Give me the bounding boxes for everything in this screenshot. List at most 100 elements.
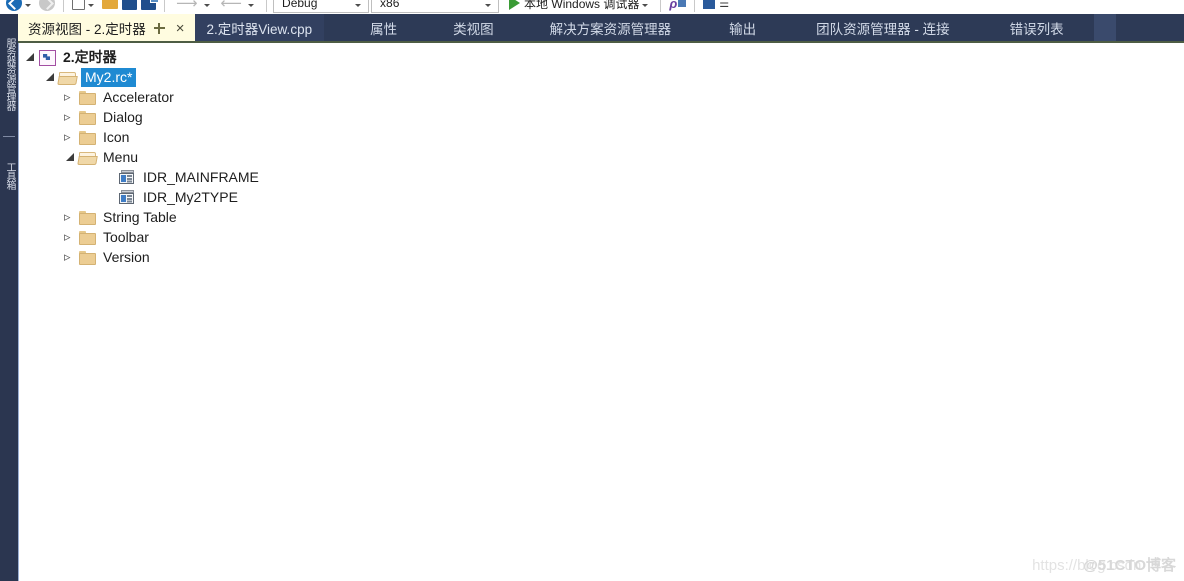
- find-badge-icon: [678, 0, 687, 7]
- start-debug-button[interactable]: 本地 Windows 调试器: [501, 0, 654, 14]
- open-file-button[interactable]: [100, 0, 120, 14]
- folder-open-icon: [77, 147, 97, 167]
- expander-expand-icon[interactable]: [63, 87, 77, 107]
- navigate-forward-icon: [39, 0, 55, 11]
- tree-label-accelerator: Accelerator: [103, 89, 174, 105]
- tab-resource-view-label: 资源视图 - 2.定时器: [28, 22, 146, 37]
- tab-error-list[interactable]: 错误列表: [980, 14, 1094, 42]
- panel-tab-bar: 资源视图 - 2.定时器 × 2.定时器View.cpp 属性 类视图 解决方案…: [18, 14, 1184, 42]
- redo-button[interactable]: ⟵: [216, 0, 261, 14]
- save-icon: [122, 0, 137, 10]
- watermark-brand: @51CTO博客: [1083, 557, 1176, 574]
- tool-icon: [703, 0, 716, 9]
- navigate-forward-button[interactable]: [37, 0, 57, 14]
- tab-class-view[interactable]: 类视图: [425, 14, 522, 42]
- vertical-strip-divider: [3, 136, 15, 137]
- vertical-tab-toolbox[interactable]: 工具箱: [1, 144, 17, 206]
- resource-script-icon: [37, 47, 57, 67]
- new-item-icon: [72, 0, 85, 10]
- tab-bar-scroll-region[interactable]: [1093, 14, 1116, 42]
- expander-expand-icon[interactable]: [63, 227, 77, 247]
- toolbar-divider: [694, 0, 696, 12]
- folder-icon: [77, 247, 97, 267]
- expander-placeholder: [103, 167, 117, 187]
- tree-row-idr-my2type[interactable]: IDR_My2TYPE: [19, 187, 1184, 207]
- vertical-tab-server-explorer[interactable]: 服务器资源管理器: [1, 18, 17, 130]
- save-all-icon: [141, 0, 159, 10]
- tab-properties[interactable]: 属性: [324, 14, 425, 42]
- solution-configuration-combo[interactable]: Debug: [273, 0, 370, 13]
- solution-platform-value: x86: [380, 0, 400, 10]
- tree-label-icon: Icon: [103, 129, 130, 145]
- expander-placeholder: [103, 187, 117, 207]
- expander-expand-icon[interactable]: [63, 247, 77, 267]
- expander-expand-icon[interactable]: [63, 107, 77, 127]
- tree-label-menu: Menu: [103, 149, 139, 165]
- save-all-button[interactable]: [139, 0, 159, 14]
- tab-team-explorer[interactable]: 团队资源管理器 - 连接: [786, 14, 980, 42]
- tab-resource-view[interactable]: 资源视图 - 2.定时器 ×: [18, 14, 195, 42]
- overflow-icon: ☰: [719, 0, 730, 10]
- undo-button[interactable]: ⟶: [171, 0, 216, 14]
- tree-label-idr-my2type: IDR_My2TYPE: [143, 189, 238, 205]
- folder-icon: [77, 227, 97, 247]
- tree-row-project[interactable]: 2.定时器: [19, 47, 1184, 67]
- navigate-back-button[interactable]: [4, 0, 37, 14]
- redo-icon: ⟵: [220, 0, 243, 12]
- resource-view-panel: 2.定时器 My2.rc* Accelerator Dialog Ico: [18, 43, 1184, 581]
- tab-output[interactable]: 输出: [699, 14, 786, 42]
- chevron-down-icon: [642, 3, 649, 7]
- resource-tree: 2.定时器 My2.rc* Accelerator Dialog Ico: [19, 43, 1184, 267]
- tab-bar-empty-region: [1115, 14, 1184, 42]
- search-icon: ρ: [669, 0, 678, 11]
- expander-collapse-icon[interactable]: [23, 47, 37, 67]
- new-item-button[interactable]: [70, 0, 100, 14]
- expander-collapse-icon[interactable]: [63, 147, 77, 167]
- pin-icon[interactable]: [153, 22, 166, 35]
- menu-resource-icon: [117, 187, 137, 207]
- expander-collapse-icon[interactable]: [43, 67, 57, 87]
- folder-icon: [77, 207, 97, 227]
- tree-row-rc-file[interactable]: My2.rc*: [19, 67, 1184, 87]
- toolbar-divider: [63, 0, 64, 12]
- toolbar-overflow-button[interactable]: ☰: [717, 0, 731, 14]
- close-icon[interactable]: ×: [173, 21, 188, 36]
- tree-label-dialog: Dialog: [103, 109, 143, 125]
- chevron-down-icon: [485, 3, 492, 7]
- expander-expand-icon[interactable]: [63, 207, 77, 227]
- tool-window-button[interactable]: [701, 0, 717, 14]
- tree-row-accelerator[interactable]: Accelerator: [19, 87, 1184, 107]
- tree-row-dialog[interactable]: Dialog: [19, 107, 1184, 127]
- folder-icon: [77, 107, 97, 127]
- tree-row-menu[interactable]: Menu: [19, 147, 1184, 167]
- save-button[interactable]: [120, 0, 139, 14]
- find-button[interactable]: ρ: [667, 0, 688, 14]
- tree-label-string-table: String Table: [103, 209, 177, 225]
- folder-icon: [77, 127, 97, 147]
- expander-expand-icon[interactable]: [63, 127, 77, 147]
- folder-icon: [77, 87, 97, 107]
- tree-row-string-table[interactable]: String Table: [19, 207, 1184, 227]
- solution-platform-combo[interactable]: x86: [371, 0, 500, 13]
- chevron-down-icon: [25, 3, 31, 7]
- start-debug-label: 本地 Windows 调试器: [524, 0, 640, 11]
- watermark: https://blog.csdn@51CTO博客: [1032, 554, 1176, 575]
- chevron-down-icon: [88, 3, 94, 7]
- toolbar-divider: [266, 0, 268, 12]
- tree-row-version[interactable]: Version: [19, 247, 1184, 267]
- solution-configuration-value: Debug: [282, 0, 318, 10]
- tab-solution-explorer[interactable]: 解决方案资源管理器: [522, 14, 700, 42]
- tab-document-view-cpp[interactable]: 2.定时器View.cpp: [194, 14, 325, 42]
- chevron-down-icon: [248, 3, 255, 7]
- open-folder-icon: [102, 0, 118, 9]
- tree-row-idr-mainframe[interactable]: IDR_MAINFRAME: [19, 167, 1184, 187]
- toolbar-divider: [660, 0, 662, 12]
- menu-resource-icon: [117, 167, 137, 187]
- toolbar-divider: [164, 0, 165, 12]
- tree-row-toolbar[interactable]: Toolbar: [19, 227, 1184, 247]
- navigate-back-icon: [6, 0, 22, 11]
- tree-label-idr-mainframe: IDR_MAINFRAME: [143, 169, 259, 185]
- tree-label-version: Version: [103, 249, 150, 265]
- tree-row-icon[interactable]: Icon: [19, 127, 1184, 147]
- chevron-down-icon: [203, 3, 210, 7]
